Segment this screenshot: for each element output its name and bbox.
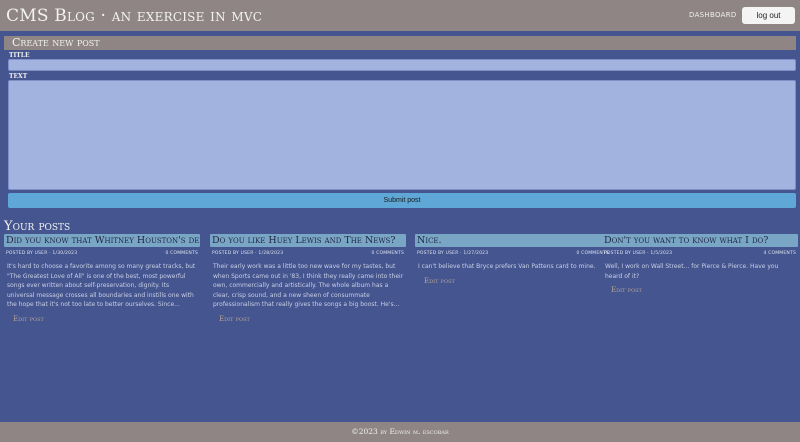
site-title[interactable]: CMS Blog · an exercise in mvc: [6, 6, 262, 26]
post-card: Nice. posted by user · 1/27/2023 0 comme…: [415, 234, 611, 285]
edit-post-link[interactable]: Edit post: [602, 281, 798, 294]
post-card: Did you know that Whitney Houston's debu…: [4, 234, 200, 323]
post-title[interactable]: Don't you want to know what I do?: [602, 234, 798, 247]
edit-post-link[interactable]: Edit post: [210, 310, 406, 323]
post-title[interactable]: Nice.: [415, 234, 611, 247]
nav-dashboard-link[interactable]: dashboard: [689, 11, 737, 19]
edit-post-link[interactable]: Edit post: [415, 272, 611, 285]
title-input[interactable]: [8, 59, 796, 71]
post-meta: posted by user · 1/5/2023 4 comments: [602, 247, 798, 256]
post-author-date: posted by user · 1/27/2023: [417, 251, 489, 256]
post-meta: posted by user · 1/28/2023 0 comments: [210, 247, 406, 256]
title-label: title: [9, 52, 30, 59]
post-body: Their early work was a little too new wa…: [213, 263, 404, 308]
post-title[interactable]: Did you know that Whitney Houston's debu…: [4, 234, 200, 247]
submit-post-button[interactable]: Submit post: [8, 193, 796, 208]
top-bar: CMS Blog · an exercise in mvc: [0, 0, 800, 31]
logout-button[interactable]: log out: [742, 7, 795, 24]
footer: ©2023 by Edwin m. escobar: [0, 422, 800, 442]
post-author-date: posted by user · 1/5/2023: [604, 251, 673, 256]
post-title[interactable]: Do you like Huey Lewis and The News?: [210, 234, 406, 247]
post-body: Well, I work on Wall Street... for Pierc…: [605, 263, 779, 280]
post-body: I can't believe that Bryce prefers Van P…: [418, 263, 596, 270]
text-label: text: [9, 73, 28, 80]
post-meta: posted by user · 1/30/2023 0 comments: [4, 247, 200, 256]
create-post-heading: Create new post: [4, 36, 796, 50]
edit-post-link[interactable]: Edit post: [4, 310, 200, 323]
your-posts-heading: Your posts: [4, 219, 71, 234]
post-author-date: posted by user · 1/30/2023: [6, 251, 78, 256]
post-comment-count: 4 comments: [763, 251, 796, 256]
post-card: Don't you want to know what I do? posted…: [602, 234, 798, 294]
post-comment-count: 0 comments: [165, 251, 198, 256]
post-author-date: posted by user · 1/28/2023: [212, 251, 284, 256]
post-comment-count: 0 comments: [371, 251, 404, 256]
post-card: Do you like Huey Lewis and The News? pos…: [210, 234, 406, 323]
text-input[interactable]: [8, 80, 796, 190]
post-body: It's hard to choose a favorite among so …: [7, 263, 196, 308]
post-meta: posted by user · 1/27/2023 0 comments: [415, 247, 611, 256]
